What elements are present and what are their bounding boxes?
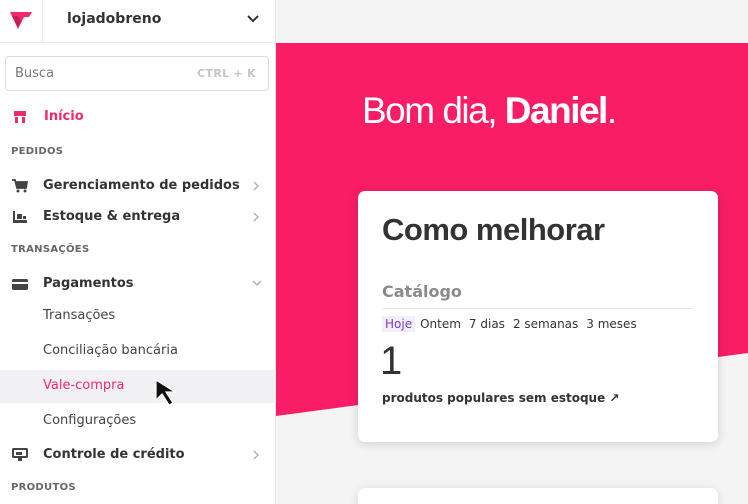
sidebar-item-label: Controle de crédito xyxy=(43,447,185,462)
store-name[interactable]: lojadobreno xyxy=(67,11,161,27)
section-label-pedidos: PEDIDOS xyxy=(11,146,64,157)
insights-card: Como melhorar Catálogo Hoje Ontem 7 dias… xyxy=(358,191,718,442)
chevron-down-icon xyxy=(252,280,262,286)
logo[interactable] xyxy=(0,0,43,43)
store-header: lojadobreno xyxy=(0,0,276,43)
sidebar-item-label: Estoque & entrega xyxy=(43,209,181,224)
card-subtitle: Catálogo xyxy=(382,282,462,301)
divider xyxy=(382,308,692,309)
search-shortcut: CTRL + K xyxy=(197,67,256,80)
sidebar-subitem-label: Transações xyxy=(43,308,116,323)
sidebar-item-inicio[interactable]: Início xyxy=(0,101,276,133)
sidebar-subitem-transacoes[interactable]: Transações xyxy=(0,300,276,333)
mouse-cursor-icon xyxy=(155,378,178,406)
credit-control-icon xyxy=(12,448,28,461)
credit-card-icon xyxy=(12,279,28,290)
sidebar-item-label: Pagamentos xyxy=(43,276,134,291)
cart-icon xyxy=(12,179,28,193)
secondary-card xyxy=(358,488,718,504)
tab-3-meses[interactable]: 3 meses xyxy=(583,316,639,332)
sidebar-item-label: Gerenciamento de pedidos xyxy=(43,178,240,193)
sidebar-item-estoque[interactable]: Estoque & entrega xyxy=(0,201,276,233)
sidebar-item-gerenciamento[interactable]: Gerenciamento de pedidos xyxy=(0,170,276,202)
search-placeholder: Busca xyxy=(15,66,55,81)
sidebar-subitem-conciliacao[interactable]: Conciliação bancária xyxy=(0,335,276,368)
section-label-transacoes: TRANSAÇÕES xyxy=(11,244,90,255)
tab-7-dias[interactable]: 7 dias xyxy=(466,316,508,332)
period-tabs: Hoje Ontem 7 dias 2 semanas 3 meses xyxy=(382,316,642,332)
sidebar-subitem-label: Conciliação bancária xyxy=(43,343,178,358)
sidebar-subitem-configuracoes[interactable]: Configurações xyxy=(0,405,276,438)
sidebar-subitem-label: Vale-compra xyxy=(43,378,125,393)
tab-ontem[interactable]: Ontem xyxy=(417,316,464,332)
card-title: Como melhorar xyxy=(382,212,605,247)
chevron-right-icon xyxy=(253,212,259,222)
greeting: Bom dia, Daniel. xyxy=(362,90,617,132)
section-label-produtos: PRODUTOS xyxy=(11,482,76,493)
sidebar-item-label: Início xyxy=(44,109,84,124)
chevron-down-icon[interactable] xyxy=(246,14,260,24)
tab-2-semanas[interactable]: 2 semanas xyxy=(510,316,581,332)
metric-value: 1 xyxy=(380,339,403,383)
sidebar-item-controle-credito[interactable]: Controle de crédito xyxy=(0,439,276,471)
sidebar-subitem-vale-compra[interactable]: Vale-compra xyxy=(0,370,276,403)
greeting-suffix: . xyxy=(606,90,617,131)
inventory-icon xyxy=(13,211,27,223)
tab-hoje[interactable]: Hoje xyxy=(382,316,416,332)
main-content: Bom dia, Daniel. Como melhorar Catálogo … xyxy=(276,0,748,504)
greeting-name: Daniel xyxy=(504,90,609,131)
sidebar-item-pagamentos[interactable]: Pagamentos xyxy=(0,268,276,300)
sidebar: lojadobreno Busca CTRL + K Início PEDIDO… xyxy=(0,0,276,504)
search-input[interactable]: Busca CTRL + K xyxy=(5,56,269,91)
metric-link[interactable]: produtos populares sem estoque ↗ xyxy=(382,391,619,405)
chevron-right-icon xyxy=(253,181,259,191)
chevron-right-icon xyxy=(253,450,259,460)
store-icon xyxy=(14,111,26,123)
greeting-prefix: Bom dia, xyxy=(362,90,498,131)
sidebar-subitem-label: Configurações xyxy=(43,413,137,428)
brand-logo-icon xyxy=(10,12,32,29)
